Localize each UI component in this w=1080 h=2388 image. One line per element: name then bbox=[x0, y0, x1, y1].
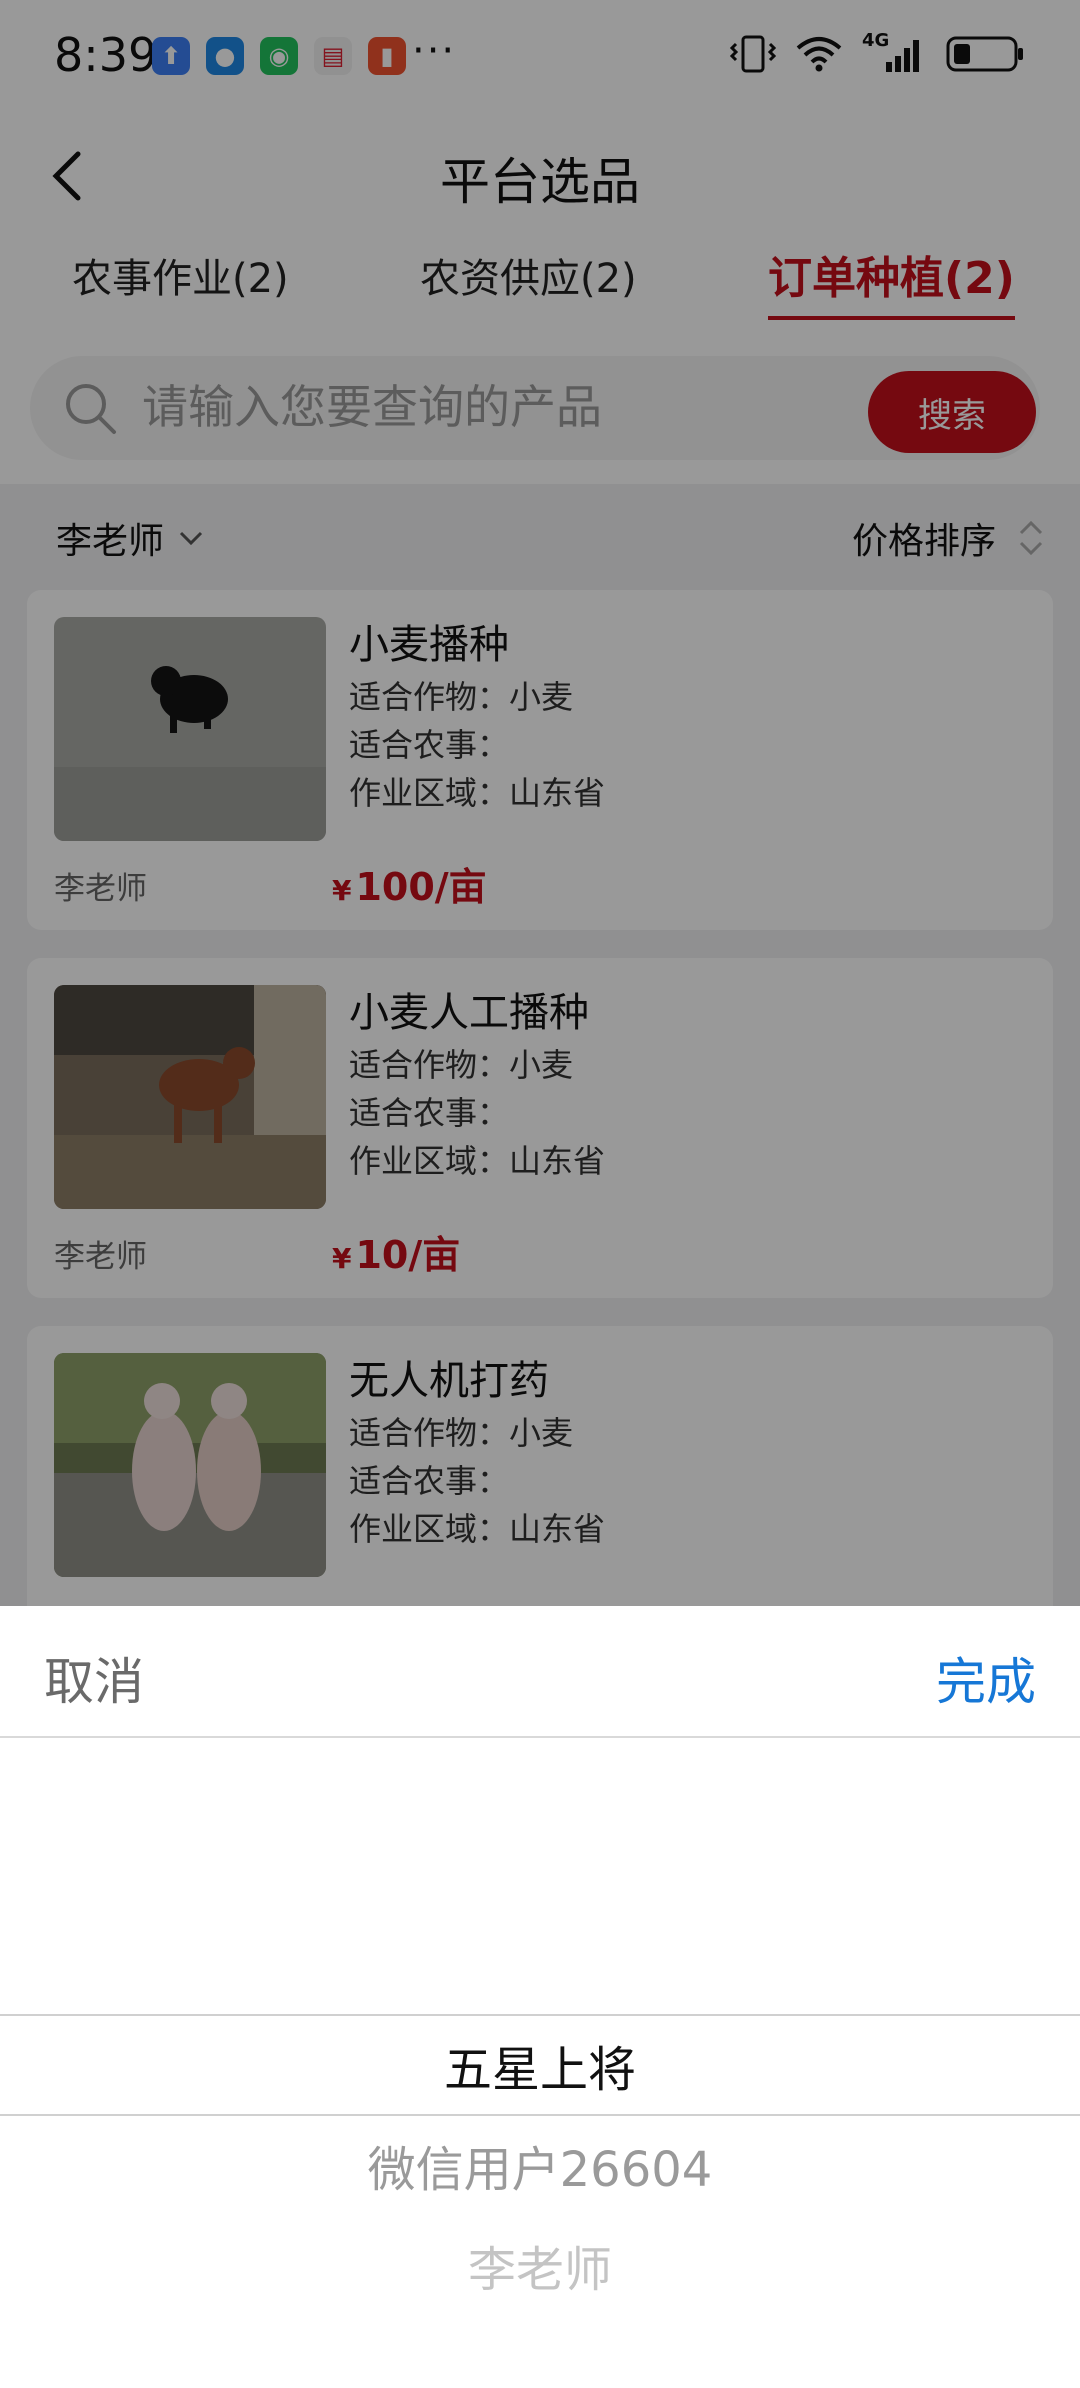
done-button[interactable]: 完成 bbox=[936, 1642, 1036, 1714]
picker-option-selected[interactable]: 五星上将 bbox=[0, 2030, 1080, 2100]
picker-option[interactable]: 微信用户26604 bbox=[0, 2130, 1080, 2200]
picker-toolbar: 取消 完成 bbox=[0, 1606, 1080, 1738]
modal-backdrop[interactable] bbox=[0, 0, 1080, 1606]
picker-option[interactable]: 李老师 bbox=[0, 2230, 1080, 2300]
cancel-button[interactable]: 取消 bbox=[44, 1642, 144, 1714]
seller-picker-sheet: 取消 完成 五星上将 微信用户26604 李老师 bbox=[0, 1606, 1080, 2388]
